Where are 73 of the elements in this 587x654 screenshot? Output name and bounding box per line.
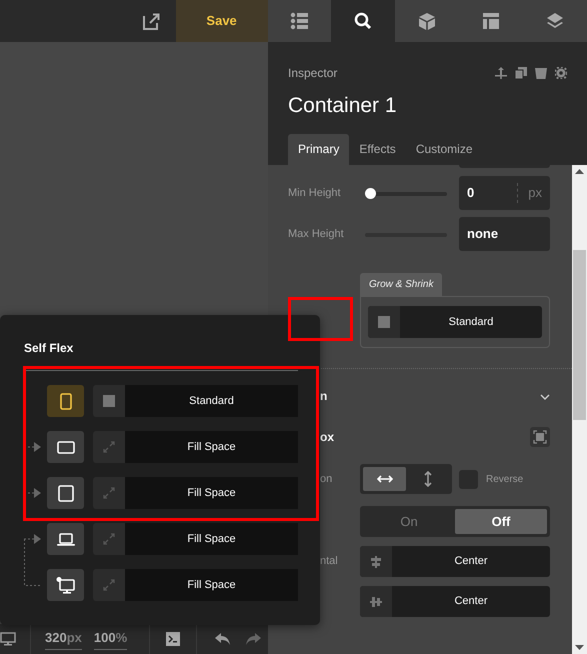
section-title[interactable]: n bbox=[320, 387, 328, 405]
toggle-option[interactable]: Off bbox=[455, 509, 547, 534]
align-middle-icon bbox=[370, 596, 382, 608]
dropdown[interactable]: Fill Space bbox=[93, 569, 298, 601]
group-tab[interactable]: Grow & Shrink bbox=[360, 273, 442, 296]
panel-title: Inspector bbox=[288, 65, 338, 82]
share-icon[interactable] bbox=[142, 12, 160, 30]
input-field[interactable]: 0 px bbox=[459, 176, 550, 210]
expand-icon bbox=[103, 441, 115, 453]
checkbox[interactable] bbox=[459, 470, 478, 488]
save-button[interactable]: Save bbox=[176, 0, 268, 42]
section-title[interactable]: ox bbox=[320, 428, 334, 446]
desktop-icon bbox=[56, 576, 76, 594]
list-icon bbox=[290, 12, 308, 30]
expand-icon bbox=[103, 533, 115, 545]
field-label: ntal bbox=[319, 554, 339, 570]
align-center-icon bbox=[370, 556, 382, 568]
pin-icon[interactable] bbox=[495, 67, 507, 79]
fullscreen-icon[interactable] bbox=[530, 427, 550, 447]
checkbox-label: Reverse bbox=[486, 472, 524, 486]
connector-line bbox=[24, 539, 42, 586]
connector-arrow-icon bbox=[24, 534, 41, 544]
square-icon bbox=[378, 316, 390, 328]
copy-icon[interactable] bbox=[515, 67, 527, 79]
inspector-tab[interactable]: Primary bbox=[288, 134, 350, 165]
dropdown[interactable]: Fill Space bbox=[93, 477, 298, 509]
dropdown[interactable]: Fill Space bbox=[93, 523, 298, 555]
redo-icon[interactable] bbox=[246, 633, 262, 645]
trash-icon[interactable] bbox=[535, 67, 547, 79]
horizontal-arrows-icon bbox=[376, 474, 392, 484]
layout-icon bbox=[482, 12, 500, 30]
inspector-tab[interactable]: Effects bbox=[349, 134, 406, 165]
monitor-icon[interactable] bbox=[0, 632, 16, 646]
undo-icon[interactable] bbox=[215, 633, 230, 645]
dropdown[interactable]: Standard bbox=[93, 385, 298, 417]
settings-icon[interactable] bbox=[555, 67, 567, 79]
highlight-frame bbox=[288, 297, 353, 341]
scroll-down-icon[interactable] bbox=[575, 645, 584, 650]
device-button[interactable] bbox=[47, 569, 84, 601]
layers-icon bbox=[546, 12, 564, 30]
dropdown[interactable]: Fill Space bbox=[93, 431, 298, 463]
toolbar-tab[interactable] bbox=[331, 0, 396, 42]
field-label: Min Height bbox=[288, 186, 342, 201]
expand-icon bbox=[103, 579, 115, 591]
vertical-arrows-icon bbox=[422, 471, 432, 487]
inspector-tab[interactable]: Customize bbox=[406, 134, 482, 165]
device-button[interactable] bbox=[47, 477, 84, 509]
slider[interactable] bbox=[365, 188, 447, 198]
scroll-up-icon[interactable] bbox=[575, 169, 584, 174]
direction-option[interactable] bbox=[363, 467, 406, 491]
chevron-icon[interactable] bbox=[540, 394, 550, 400]
dropdown[interactable]: Center bbox=[360, 546, 550, 577]
width-field[interactable]: 320px bbox=[45, 628, 82, 650]
cube-icon bbox=[418, 12, 436, 30]
device-button[interactable] bbox=[47, 523, 84, 555]
terminal-icon[interactable] bbox=[166, 632, 180, 646]
zoom-field[interactable]: 100% bbox=[94, 628, 128, 650]
square-icon bbox=[103, 395, 115, 407]
field-label: on bbox=[319, 472, 334, 487]
tablet-landscape-icon bbox=[56, 438, 76, 456]
dropdown[interactable]: Standard bbox=[368, 306, 542, 338]
device-button[interactable] bbox=[47, 431, 84, 463]
laptop-icon bbox=[56, 530, 76, 548]
search-icon bbox=[354, 12, 372, 30]
popup-title: Self Flex bbox=[24, 340, 74, 357]
slider-thumb[interactable] bbox=[365, 188, 376, 198]
square-outline-icon bbox=[56, 484, 76, 502]
expand-icon bbox=[103, 487, 115, 499]
dropdown[interactable]: Center bbox=[360, 586, 550, 617]
device-button[interactable] bbox=[47, 385, 84, 417]
scrollbar-thumb[interactable] bbox=[573, 250, 586, 420]
panel-heading: Container 1 bbox=[288, 93, 398, 119]
field-label: Max Height bbox=[288, 226, 345, 242]
